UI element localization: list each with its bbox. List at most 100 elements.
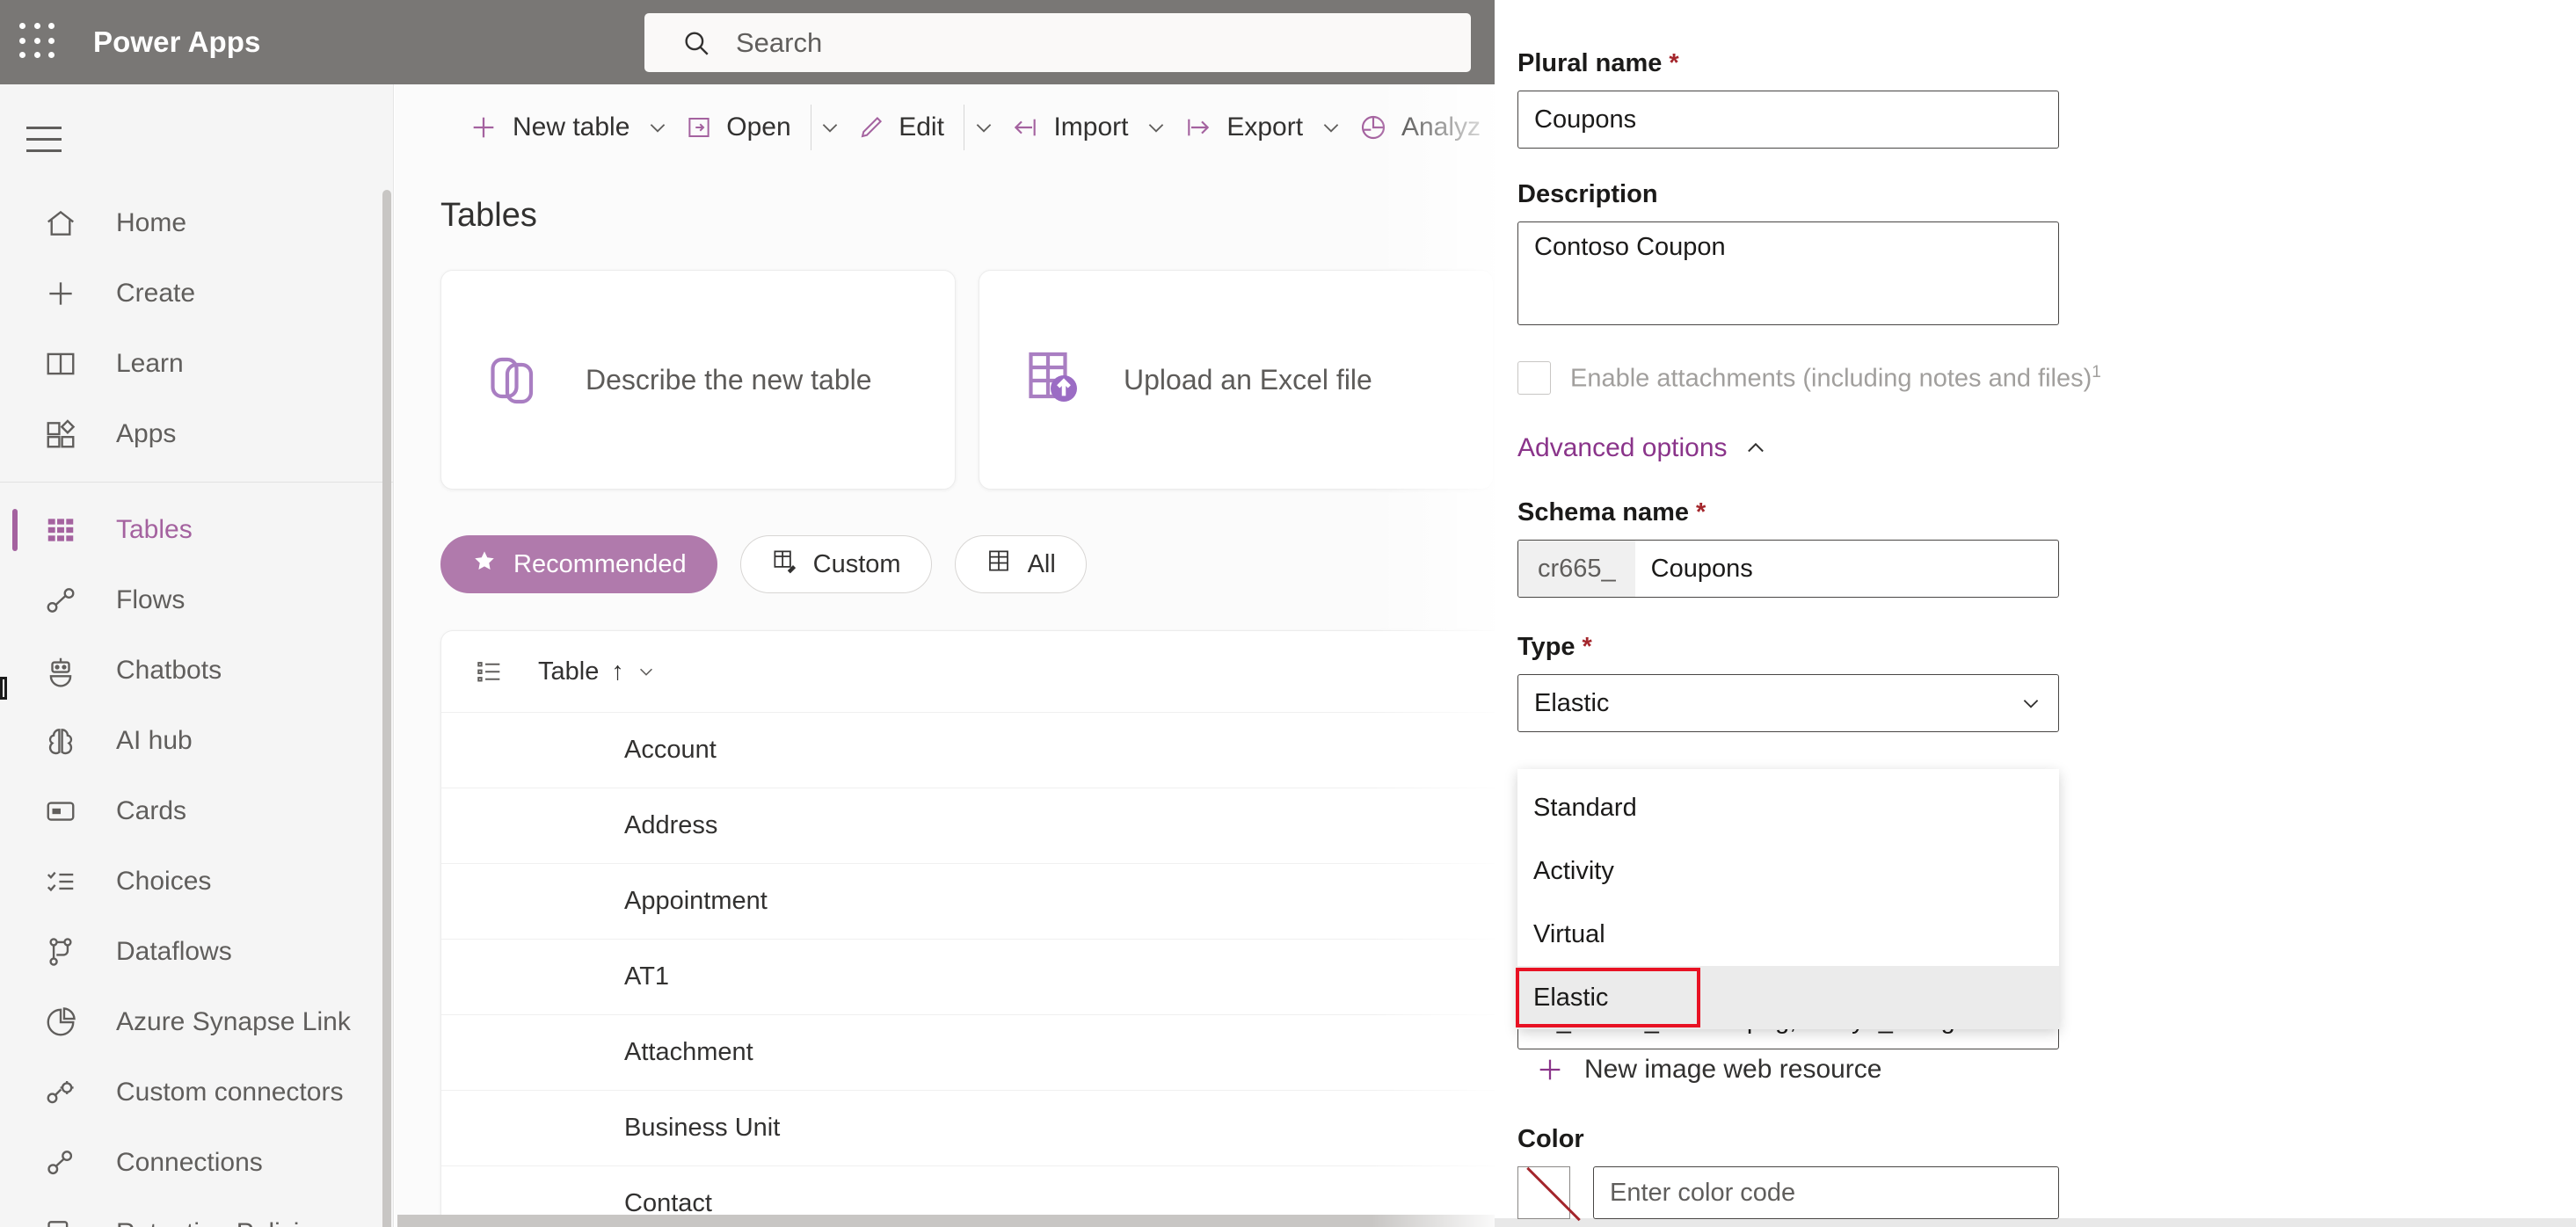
sidebar-item-custom-connectors[interactable]: Custom connectors [0,1057,393,1128]
sidebar-item-ai-hub[interactable]: AI hub [0,706,393,776]
upload-excel-card[interactable]: Upload an Excel file [979,270,1494,490]
description-field: Description [1517,180,2576,330]
filter-custom[interactable]: Custom [739,535,932,593]
sidebar-item-learn[interactable]: Learn [0,329,393,399]
sidebar-item-label: Connections [116,1148,263,1177]
plus-icon [1539,1059,1561,1080]
color-input-group [1517,1166,2059,1219]
column-header-table[interactable]: Table ↑ [538,657,656,686]
table-row[interactable]: Address cu [441,788,1495,863]
sidebar-item-label: Chatbots [116,656,222,685]
export-arrow-icon [1184,113,1212,142]
apps-icon [40,414,81,454]
filter-all[interactable]: All [954,535,1087,593]
grid-header-row: Table ↑ N [441,631,1495,712]
table-row[interactable]: AT1 cr [441,939,1495,1014]
sidebar-item-retention-policies[interactable]: Retention Policies [0,1198,393,1227]
sidebar-item-dataflows[interactable]: Dataflows [0,917,393,987]
command-label: Edit [899,113,944,142]
no-color-swatch[interactable] [1517,1166,1570,1219]
new-table-button[interactable]: New table [455,99,644,156]
sidebar-item-label: Flows [116,585,186,614]
table-row-name: Business Unit [624,1114,781,1142]
analyze-button[interactable]: Analyz [1345,99,1495,156]
sidebar-scrollbar[interactable] [382,190,391,1227]
export-button[interactable]: Export [1170,99,1317,156]
color-code-input[interactable] [1593,1166,2059,1219]
plural-name-input[interactable] [1517,91,2059,149]
enable-attachments-row[interactable]: Enable attachments (including notes and … [1517,361,2576,395]
enable-attachments-checkbox[interactable] [1517,361,1551,395]
chevron-down-icon [976,124,991,133]
robot-icon [40,650,81,691]
sidebar-item-create[interactable]: Create [0,258,393,329]
card-title: Describe the new table [586,363,872,396]
waffle-grid-icon[interactable] [19,23,58,62]
open-caret[interactable] [816,99,844,156]
filter-label: Custom [812,549,901,578]
hamburger-icon[interactable] [0,98,88,179]
archive-icon [40,1213,81,1227]
column-header-label: Table [538,657,600,686]
description-textarea[interactable] [1517,221,2059,325]
import-caret[interactable] [1142,99,1170,156]
global-search[interactable] [644,13,1471,72]
import-button[interactable]: Import [997,99,1142,156]
schema-prefix: cr665_ [1518,541,1635,597]
type-select[interactable]: Elastic [1517,674,2059,732]
filter-label: Recommended [513,549,687,578]
chevron-down-icon [651,124,666,133]
new-image-web-resource-button[interactable]: New image web resource [1535,1055,1881,1085]
enable-attachments-label: Enable attachments (including notes and … [1570,362,2101,393]
type-option-virtual[interactable]: Virtual [1517,903,2059,966]
describe-new-table-card[interactable]: Describe the new table [440,270,956,490]
sidebar-group-primary: Home Create Learn Apps [0,179,393,469]
sidebar-item-apps[interactable]: Apps [0,399,393,469]
sidebar-item-azure-synapse-link[interactable]: Azure Synapse Link [0,987,393,1057]
schema-name-input[interactable] [1634,541,2058,597]
pie-chart-icon [1359,113,1387,142]
search-input[interactable] [734,25,1450,60]
open-icon [686,114,712,141]
sidebar-item-tables[interactable]: Tables [0,495,393,565]
list-view-icon[interactable] [441,657,538,686]
grid-horizontal-scrollbar[interactable] [397,1215,1495,1227]
edit-caret[interactable] [970,99,998,156]
filter-label: All [1027,549,1056,578]
table-row-name: Attachment [624,1038,753,1066]
color-label: Color [1517,1125,1584,1153]
description-label: Description [1517,180,1658,208]
table-row[interactable]: Attachment ac [441,1014,1495,1090]
sidebar-item-home[interactable]: Home [0,188,393,258]
type-selected-value: Elastic [1534,688,1610,717]
type-label: Type * [1517,633,1592,661]
table-row[interactable]: Account ac [441,712,1495,788]
table-row[interactable]: Appointment ap [441,863,1495,939]
schema-name-field: Schema name * cr665_ [1517,498,2576,598]
sidebar-item-choices[interactable]: Choices [0,846,393,917]
export-caret[interactable] [1317,99,1345,156]
viewport-edge-marker [0,677,7,700]
sidebar-item-cards[interactable]: Cards [0,776,393,846]
filter-recommended[interactable]: Recommended [440,535,717,593]
type-dropdown-list: Standard Activity Virtual Elastic [1516,769,2059,1029]
sidebar-item-flows[interactable]: Flows [0,565,393,635]
table-row-name: Address [624,811,718,839]
table-row[interactable]: Business Unit bu [441,1090,1495,1165]
sidebar-item-label: Choices [116,867,212,896]
new-table-caret[interactable] [644,99,672,156]
type-field: Type * Elastic [1517,633,2576,732]
type-option-activity[interactable]: Activity [1517,839,2059,903]
type-option-elastic-row[interactable]: Elastic [1516,966,2059,1029]
edit-button[interactable]: Edit [844,99,958,156]
sidebar-item-label: Home [116,208,187,237]
pie-chart-icon [40,1002,81,1042]
sidebar-item-chatbots[interactable]: Chatbots [0,635,393,706]
sidebar-item-label: Dataflows [116,937,232,966]
sidebar-item-label: Tables [116,515,193,544]
type-option-standard[interactable]: Standard [1517,776,2059,839]
open-button[interactable]: Open [672,99,804,156]
type-option-elastic[interactable]: Elastic [1516,968,1700,1027]
advanced-options-toggle[interactable]: Advanced options [1517,433,2576,463]
sidebar-item-connections[interactable]: Connections [0,1128,393,1198]
